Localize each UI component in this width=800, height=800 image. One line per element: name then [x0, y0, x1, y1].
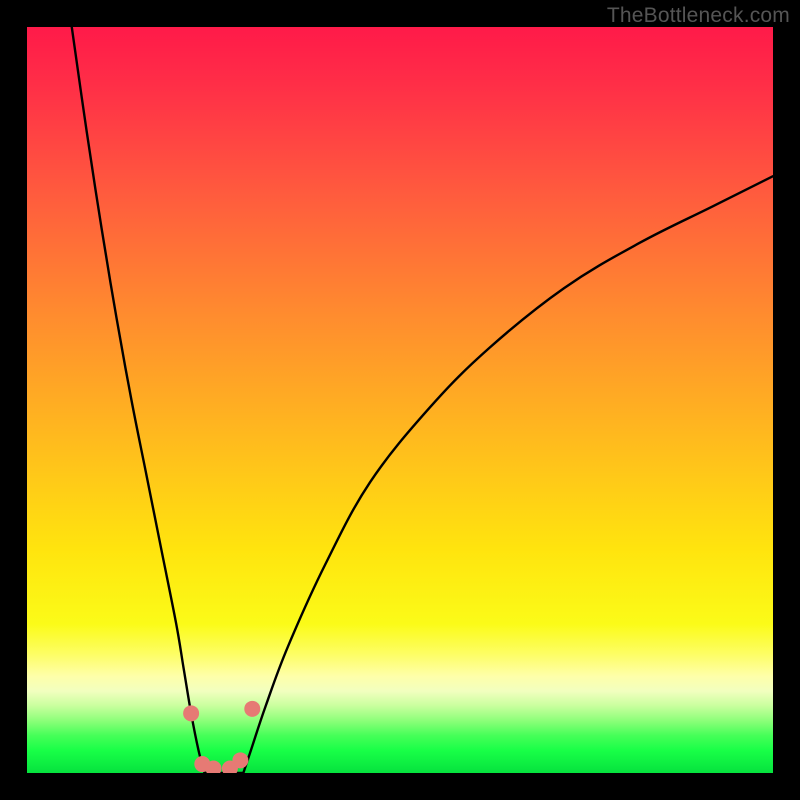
curve-group	[72, 27, 773, 773]
watermark-text: TheBottleneck.com	[607, 4, 790, 28]
valley-marker-5	[244, 701, 260, 717]
valley-marker-0	[183, 705, 199, 721]
plot-area	[27, 27, 773, 773]
left-branch-path	[72, 27, 205, 773]
valley-marker-4	[232, 752, 248, 768]
chart-frame: TheBottleneck.com	[0, 0, 800, 800]
right-branch-path	[243, 176, 773, 773]
chart-svg	[27, 27, 773, 773]
